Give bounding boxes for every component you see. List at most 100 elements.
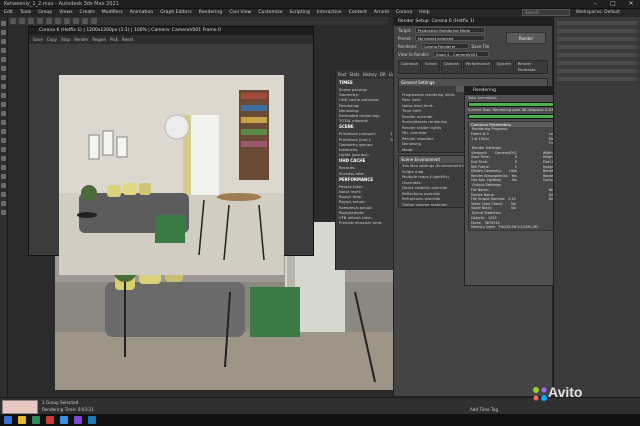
- tab-performance[interactable]: Performance: [462, 60, 493, 74]
- tab-common[interactable]: Common: [398, 60, 422, 74]
- layer-icon[interactable]: [1, 102, 6, 107]
- stats-tab-dr[interactable]: DR: [380, 72, 386, 77]
- vfb-tool-pick[interactable]: Pick: [110, 36, 118, 43]
- render-icon[interactable]: [1, 156, 6, 161]
- curve-editor-icon[interactable]: [1, 111, 6, 116]
- preset-select[interactable]: No preset selected: [414, 35, 485, 41]
- render-button[interactable]: Render: [506, 32, 546, 44]
- app-icon[interactable]: [74, 416, 82, 424]
- schematic-icon[interactable]: [1, 120, 6, 125]
- window-crossing-icon[interactable]: [46, 18, 52, 24]
- app-icon[interactable]: [32, 416, 40, 424]
- vfb-tool-save[interactable]: Save: [33, 36, 43, 43]
- tab-scene[interactable]: Scene: [422, 60, 440, 74]
- of-label: 1 of 1: [471, 136, 481, 141]
- tab-render-elements[interactable]: Render Elements: [514, 60, 548, 74]
- panel-row[interactable]: [557, 21, 637, 25]
- panel-row[interactable]: [557, 53, 637, 57]
- vfb-tool-stop[interactable]: Stop: [61, 36, 70, 43]
- display-icon[interactable]: [1, 201, 6, 206]
- target-select[interactable]: Production Rendering Mode: [414, 27, 485, 33]
- menu-item-create[interactable]: Create: [80, 9, 95, 17]
- panel-row[interactable]: [557, 45, 637, 49]
- unlink-icon[interactable]: [1, 66, 6, 71]
- app-icon[interactable]: [46, 416, 54, 424]
- menu-item-arnold[interactable]: Arnold: [374, 9, 389, 17]
- save-file-checkbox[interactable]: Save File: [472, 44, 490, 49]
- 3dsmax-icon[interactable]: [88, 416, 96, 424]
- renderer-select[interactable]: Corona Renderer: [420, 43, 469, 49]
- panel-row[interactable]: [557, 29, 637, 33]
- close-icon[interactable]: ✕: [624, 0, 638, 8]
- modify-icon[interactable]: [1, 174, 6, 179]
- vfb-tool-copy[interactable]: Copy: [47, 36, 57, 43]
- menu-item-graph-editors[interactable]: Graph Editors: [160, 9, 192, 17]
- render-setup-title: Render Setup: Corona 6 (Hotfix 1): [394, 18, 552, 26]
- motion-icon[interactable]: [1, 192, 6, 197]
- select-tool-icon[interactable]: [1, 21, 6, 26]
- menu-item-animation[interactable]: Animation: [130, 9, 153, 17]
- tab-camera[interactable]: Camera: [440, 60, 462, 74]
- view-label: View to Render:: [398, 51, 430, 57]
- menu-item-civil-view[interactable]: Civil View: [229, 9, 251, 17]
- select-scale-icon[interactable]: [73, 18, 79, 24]
- panel-row[interactable]: [557, 77, 637, 81]
- general-settings-header[interactable]: General Settings: [399, 79, 547, 86]
- move-tool-icon[interactable]: [1, 30, 6, 35]
- vfb-tool-reset[interactable]: Reset: [122, 36, 133, 43]
- rotate-tool-icon[interactable]: [1, 39, 6, 44]
- stats-tab-history[interactable]: History: [363, 72, 377, 77]
- redo-icon[interactable]: [19, 18, 25, 24]
- menu-item-tools[interactable]: Tools: [20, 9, 31, 17]
- add-time-tag[interactable]: Add Time Tag: [470, 407, 498, 412]
- panel-row[interactable]: [557, 37, 637, 41]
- vfb-tool-region[interactable]: Region: [92, 36, 106, 43]
- menu-item-corona[interactable]: Corona: [396, 9, 412, 17]
- menu-item-edit[interactable]: Edit: [4, 9, 13, 17]
- workspace-selector[interactable]: Workspaces: Default: [576, 10, 620, 15]
- menu-item-group[interactable]: Group: [38, 9, 52, 17]
- select-region-icon[interactable]: [37, 18, 43, 24]
- maxscript-listener[interactable]: [2, 400, 38, 414]
- start-icon[interactable]: [4, 416, 12, 424]
- app-icon[interactable]: [60, 416, 68, 424]
- maximize-icon[interactable]: □: [606, 0, 620, 8]
- align-icon[interactable]: [1, 93, 6, 98]
- minimize-icon[interactable]: –: [588, 0, 602, 8]
- menu-item-customize[interactable]: Customize: [258, 9, 282, 17]
- select-rotate-icon[interactable]: [64, 18, 70, 24]
- explorer-icon[interactable]: [18, 416, 26, 424]
- panel-row[interactable]: [557, 69, 637, 73]
- menu-item-views[interactable]: Views: [59, 9, 72, 17]
- mirror-icon[interactable]: [1, 84, 6, 89]
- menu-item-help[interactable]: Help: [419, 9, 429, 17]
- vfb-tool-render[interactable]: Render: [74, 36, 88, 43]
- undo-icon[interactable]: [10, 18, 16, 24]
- search-input[interactable]: Search: [522, 9, 570, 16]
- render-frame-icon[interactable]: [1, 147, 6, 152]
- menu-item-content[interactable]: Content: [349, 9, 367, 17]
- menu-item-modifiers[interactable]: Modifiers: [102, 9, 123, 17]
- view-select[interactable]: Quad 4 - CameraV001: [432, 51, 489, 57]
- hierarchy-icon[interactable]: [1, 183, 6, 188]
- keyboard-shortcut-icon[interactable]: [91, 18, 97, 24]
- title-bar: Ketweenly_1_2.max - Autodesk 3ds Max 202…: [0, 0, 640, 9]
- panel-row[interactable]: [557, 61, 637, 65]
- render-setup-icon[interactable]: [1, 138, 6, 143]
- utilities-icon[interactable]: [1, 210, 6, 215]
- menu-item-interactive[interactable]: Interactive: [317, 9, 342, 17]
- menu-item-scripting[interactable]: Scripting: [289, 9, 309, 17]
- scale-tool-icon[interactable]: [1, 48, 6, 53]
- pivot-icon[interactable]: [82, 18, 88, 24]
- scene-stat-label: Memory Used:: [471, 225, 496, 230]
- select-object-icon[interactable]: [28, 18, 34, 24]
- tab-system[interactable]: System: [493, 60, 514, 74]
- link-icon[interactable]: [1, 57, 6, 62]
- material-editor-icon[interactable]: [1, 129, 6, 134]
- menu-item-rendering[interactable]: Rendering: [199, 9, 222, 17]
- create-icon[interactable]: [1, 165, 6, 170]
- stats-tab-post[interactable]: Post: [338, 72, 346, 77]
- select-move-icon[interactable]: [55, 18, 61, 24]
- stats-tab-stats[interactable]: Stats: [349, 72, 359, 77]
- snap-icon[interactable]: [1, 75, 6, 80]
